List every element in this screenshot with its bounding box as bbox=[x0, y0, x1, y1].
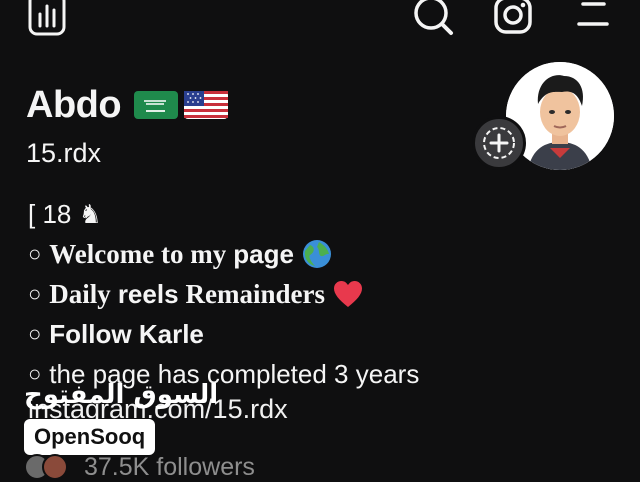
bio-follow-text: Follow Karle bbox=[49, 319, 204, 349]
bio-line-reels: ○ Daily reels Remainders bbox=[28, 274, 628, 314]
follower-avatar bbox=[42, 454, 68, 480]
bio-line-follow: ○ Follow Karle bbox=[28, 314, 628, 354]
profile-name: Abdo bbox=[26, 83, 122, 126]
flags bbox=[133, 90, 229, 120]
watermark-logo: OpenSooq bbox=[24, 419, 156, 455]
bio-reels-text: reels bbox=[117, 279, 179, 309]
menu-icon[interactable] bbox=[576, 0, 610, 30]
instagram-icon[interactable] bbox=[494, 0, 532, 34]
bio-line-age: [ 18 ♞ bbox=[28, 194, 628, 234]
stats-icon[interactable] bbox=[28, 0, 66, 36]
bio-age-text: [ 18 ♞ bbox=[28, 199, 102, 229]
saudi-flag-icon bbox=[134, 91, 179, 119]
top-bar bbox=[0, 0, 640, 46]
bullet: ○ bbox=[28, 281, 42, 306]
follower-avatars bbox=[24, 454, 76, 480]
search-icon[interactable] bbox=[412, 0, 454, 36]
bio: [ 18 ♞ ○ Welcome to my page ○ Daily reel… bbox=[28, 194, 628, 394]
bullet: ○ bbox=[28, 321, 42, 346]
globe-icon bbox=[302, 240, 331, 268]
bio-line-welcome: ○ Welcome to my page bbox=[28, 234, 628, 274]
watermark-arabic: السوق المفتوح bbox=[24, 380, 219, 410]
followers-count: 37.5K followers bbox=[84, 452, 255, 481]
add-story-button[interactable] bbox=[472, 116, 526, 170]
bio-daily-text: Daily bbox=[49, 279, 111, 309]
plus-icon bbox=[483, 127, 515, 159]
bio-remainders-text: Remainders bbox=[185, 279, 326, 309]
us-flag-icon bbox=[184, 91, 229, 119]
bio-welcome-page: page bbox=[233, 239, 294, 269]
profile-username: 15.rdx bbox=[26, 138, 102, 168]
profile-name-row: Abdo bbox=[26, 82, 229, 128]
bio-welcome-text: Welcome to my bbox=[49, 239, 227, 269]
heart-icon bbox=[334, 281, 363, 307]
followers-row[interactable]: 37.5K followers bbox=[24, 452, 255, 482]
bullet: ○ bbox=[28, 241, 42, 266]
